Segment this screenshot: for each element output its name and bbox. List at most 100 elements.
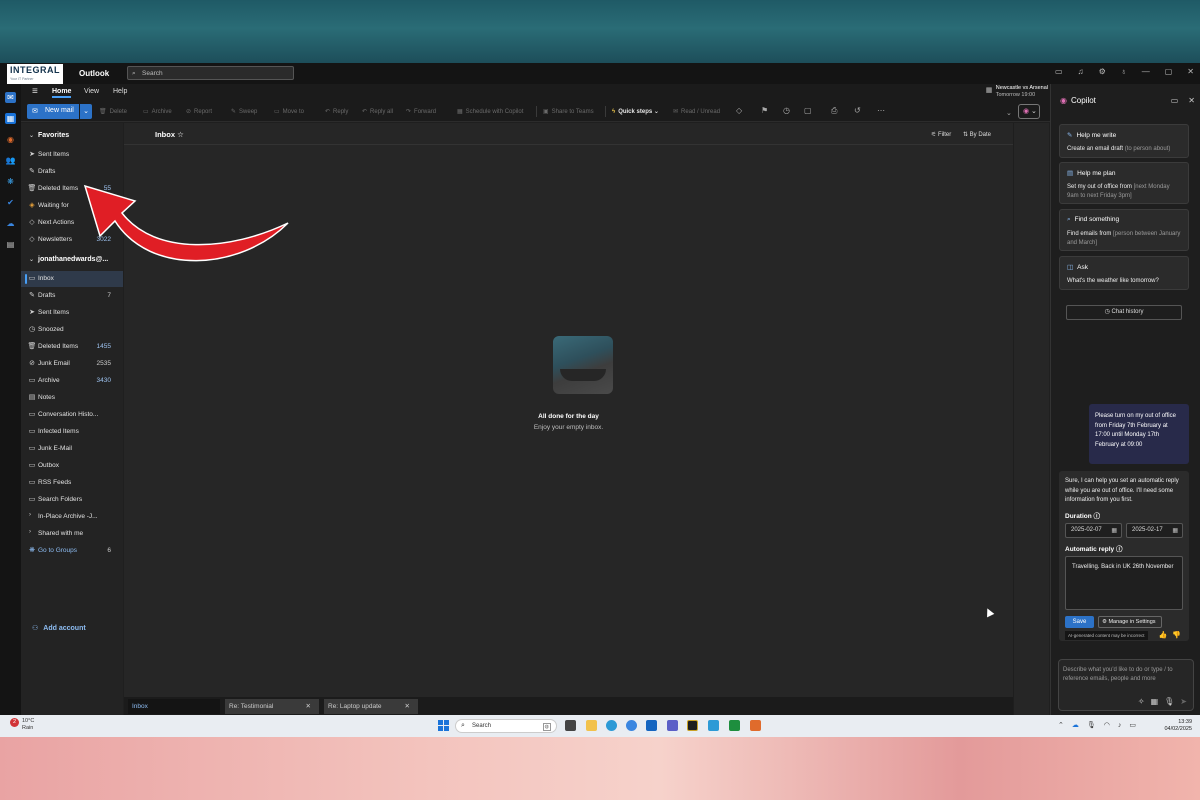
chrome-icon[interactable]	[626, 720, 637, 731]
folder-in-place-archive[interactable]: › In-Place Archive -J...	[21, 509, 123, 525]
hamburger-icon[interactable]: ≡	[32, 86, 38, 97]
forward-button[interactable]: ↷ Forward	[406, 108, 436, 115]
windows-start-icon[interactable]	[438, 720, 449, 731]
chat-history-button[interactable]: ◷ Chat history	[1066, 305, 1182, 320]
apps-icon[interactable]: ▦	[1151, 697, 1159, 706]
edge-icon[interactable]	[606, 720, 617, 731]
folder-drafts[interactable]: ✎ Drafts 7	[21, 288, 123, 304]
sort-button[interactable]: ⇅ By Date	[963, 132, 991, 138]
clock[interactable]: 13:39 04/02/2025	[1164, 719, 1192, 733]
favorites-header[interactable]: ⌄ Favorites	[21, 132, 123, 139]
upcoming-event[interactable]: ▦ Newcastle vs Arsenal Tomorrow 19:00	[986, 85, 1048, 98]
task-view-icon[interactable]	[565, 720, 576, 731]
weather-widget[interactable]: 2 10°C Rain	[10, 718, 34, 732]
apps-icon[interactable]: ▤	[5, 239, 16, 250]
close-icon[interactable]: ✕	[1188, 96, 1195, 105]
tab-re-laptop-update[interactable]: Re: Laptop update ✕	[324, 699, 418, 714]
add-account-link[interactable]: ⚇ Add account	[32, 624, 91, 632]
microphone-icon[interactable]: 🎙	[1087, 722, 1096, 729]
sweep-button[interactable]: ✎ Sweep	[231, 108, 257, 115]
reply-button[interactable]: ↶ Reply	[325, 108, 348, 115]
folder-conversation-history[interactable]: ▭ Conversation Histo...	[21, 407, 123, 423]
calendar-icon[interactable]: ▦	[5, 113, 16, 124]
prompt-card-find[interactable]: ⌕ Find something Find emails from [person…	[1059, 209, 1189, 251]
lightbulb-icon[interactable]: ♁	[1121, 67, 1127, 76]
onedrive-icon[interactable]: ☁	[1072, 722, 1079, 729]
folder-infected-items[interactable]: ▭ Infected Items	[21, 424, 123, 440]
undo-icon[interactable]: ↺	[854, 106, 861, 115]
rules-icon[interactable]: ▢	[804, 106, 812, 115]
start-date-field[interactable]: 2025-02-07 ▦	[1065, 523, 1122, 538]
print-icon[interactable]: ⎙	[831, 106, 837, 116]
close-icon[interactable]: ✕	[306, 702, 311, 710]
groups-icon[interactable]: ❋	[5, 176, 16, 187]
recorder-icon[interactable]	[750, 720, 761, 731]
folder-sent-items[interactable]: ➤ Sent Items	[21, 305, 123, 321]
wifi-icon[interactable]: ◠	[1104, 722, 1110, 729]
ribbon-expand-icon[interactable]: ⌄	[1006, 109, 1012, 117]
close-icon[interactable]: ✕	[1187, 67, 1194, 76]
tab-help[interactable]: Help	[113, 88, 127, 95]
folder-search-folders[interactable]: ▭ Search Folders	[21, 492, 123, 508]
copilot-toggle-button[interactable]: ◉ ⌄	[1018, 104, 1040, 119]
tab-home[interactable]: Home	[52, 88, 72, 98]
taskbar-search[interactable]: ⌕ Search ◍	[455, 719, 557, 733]
more-options-icon[interactable]: ⋯	[877, 106, 885, 115]
mail-icon[interactable]: ✉	[5, 92, 16, 103]
bell-icon[interactable]: ♫	[1078, 67, 1084, 76]
gear-icon[interactable]: ⚙	[1099, 67, 1106, 76]
new-mail-button[interactable]: ✉ New mail	[27, 104, 79, 119]
people-icon[interactable]: 👥	[5, 155, 16, 166]
folder-snoozed[interactable]: ◷ Snoozed	[21, 322, 123, 338]
folder-junk-email[interactable]: ⊘ Junk Email 2535	[21, 356, 123, 372]
save-button[interactable]: Save	[1065, 616, 1094, 628]
microphone-icon[interactable]: 🎙	[1164, 697, 1174, 706]
search-input[interactable]: ⌕ Search	[127, 66, 294, 80]
info-icon[interactable]: ⓘ	[1094, 513, 1101, 520]
new-chat-icon[interactable]: ▭	[1171, 96, 1179, 105]
archive-button[interactable]: ▭ Archive	[143, 108, 172, 115]
read-unread-button[interactable]: ✉ Read / Unread	[673, 108, 720, 115]
star-icon[interactable]: ☆	[177, 130, 184, 139]
volume-icon[interactable]: ♪	[1118, 722, 1122, 729]
flag-icon[interactable]: ⚑	[761, 106, 768, 115]
meet-now-icon[interactable]: ▭	[1055, 67, 1063, 76]
maximize-icon[interactable]: ▢	[1165, 67, 1173, 76]
copilot-prompt-input[interactable]: Describe what you'd like to do or type /…	[1058, 659, 1194, 711]
tab-view[interactable]: View	[84, 88, 99, 95]
automatic-reply-textarea[interactable]: Travelling. Back in UK 26th November	[1065, 556, 1183, 610]
folder-notes[interactable]: ▤ Notes	[21, 390, 123, 406]
manage-settings-button[interactable]: ⚙ Manage in Settings	[1098, 616, 1162, 628]
prompt-card-ask[interactable]: ◫ Ask What's the weather like tomorrow?	[1059, 256, 1189, 290]
minimize-icon[interactable]: —	[1142, 67, 1150, 76]
share-to-teams-button[interactable]: ▣ Share to Teams	[543, 108, 594, 115]
go-to-groups[interactable]: ❋ Go to Groups 6	[21, 543, 123, 559]
delete-button[interactable]: 🗑 Delete	[99, 108, 127, 115]
folder-rss-feeds[interactable]: ▭ RSS Feeds	[21, 475, 123, 491]
folder-archive[interactable]: ▭ Archive 3430	[21, 373, 123, 389]
todo-icon[interactable]: ✔	[5, 197, 16, 208]
battery-icon[interactable]: ▭	[1129, 722, 1136, 729]
end-date-field[interactable]: 2025-02-17 ▦	[1126, 523, 1183, 538]
tab-inbox[interactable]: Inbox	[128, 699, 220, 714]
filter-button[interactable]: ⚟ Filter	[931, 132, 951, 138]
prompt-card-plan[interactable]: ▤ Help me plan Set my out of office from …	[1059, 162, 1189, 204]
move-to-button[interactable]: ▭ Move to	[274, 108, 304, 115]
prompt-card-write[interactable]: ✎ Help me write Create an email draft (to…	[1059, 124, 1189, 158]
snooze-clock-icon[interactable]: ◷	[783, 106, 790, 115]
folder-junk-e-mail[interactable]: ▭ Junk E-Mail	[21, 441, 123, 457]
outlook-icon[interactable]	[646, 720, 657, 731]
info-icon[interactable]: ⓘ	[1116, 546, 1123, 553]
schedule-copilot-button[interactable]: ▦ Schedule with Copilot	[457, 108, 523, 115]
camtasia-icon[interactable]	[729, 720, 740, 731]
store-icon[interactable]	[708, 720, 719, 731]
reply-all-button[interactable]: ↶ Reply all	[362, 108, 393, 115]
favorite-drafts[interactable]: ✎ Drafts	[21, 164, 123, 180]
copilot-rail-icon[interactable]: ◉	[5, 134, 16, 145]
tab-re-testimonial[interactable]: Re: Testimonial ✕	[225, 699, 319, 714]
folder-outbox[interactable]: ▭ Outbox	[21, 458, 123, 474]
app-icon[interactable]	[687, 720, 698, 731]
new-mail-dropdown[interactable]: ⌄	[80, 104, 92, 119]
report-button[interactable]: ⊘ Report	[186, 108, 212, 115]
chevron-up-icon[interactable]: ⌃	[1058, 722, 1064, 729]
